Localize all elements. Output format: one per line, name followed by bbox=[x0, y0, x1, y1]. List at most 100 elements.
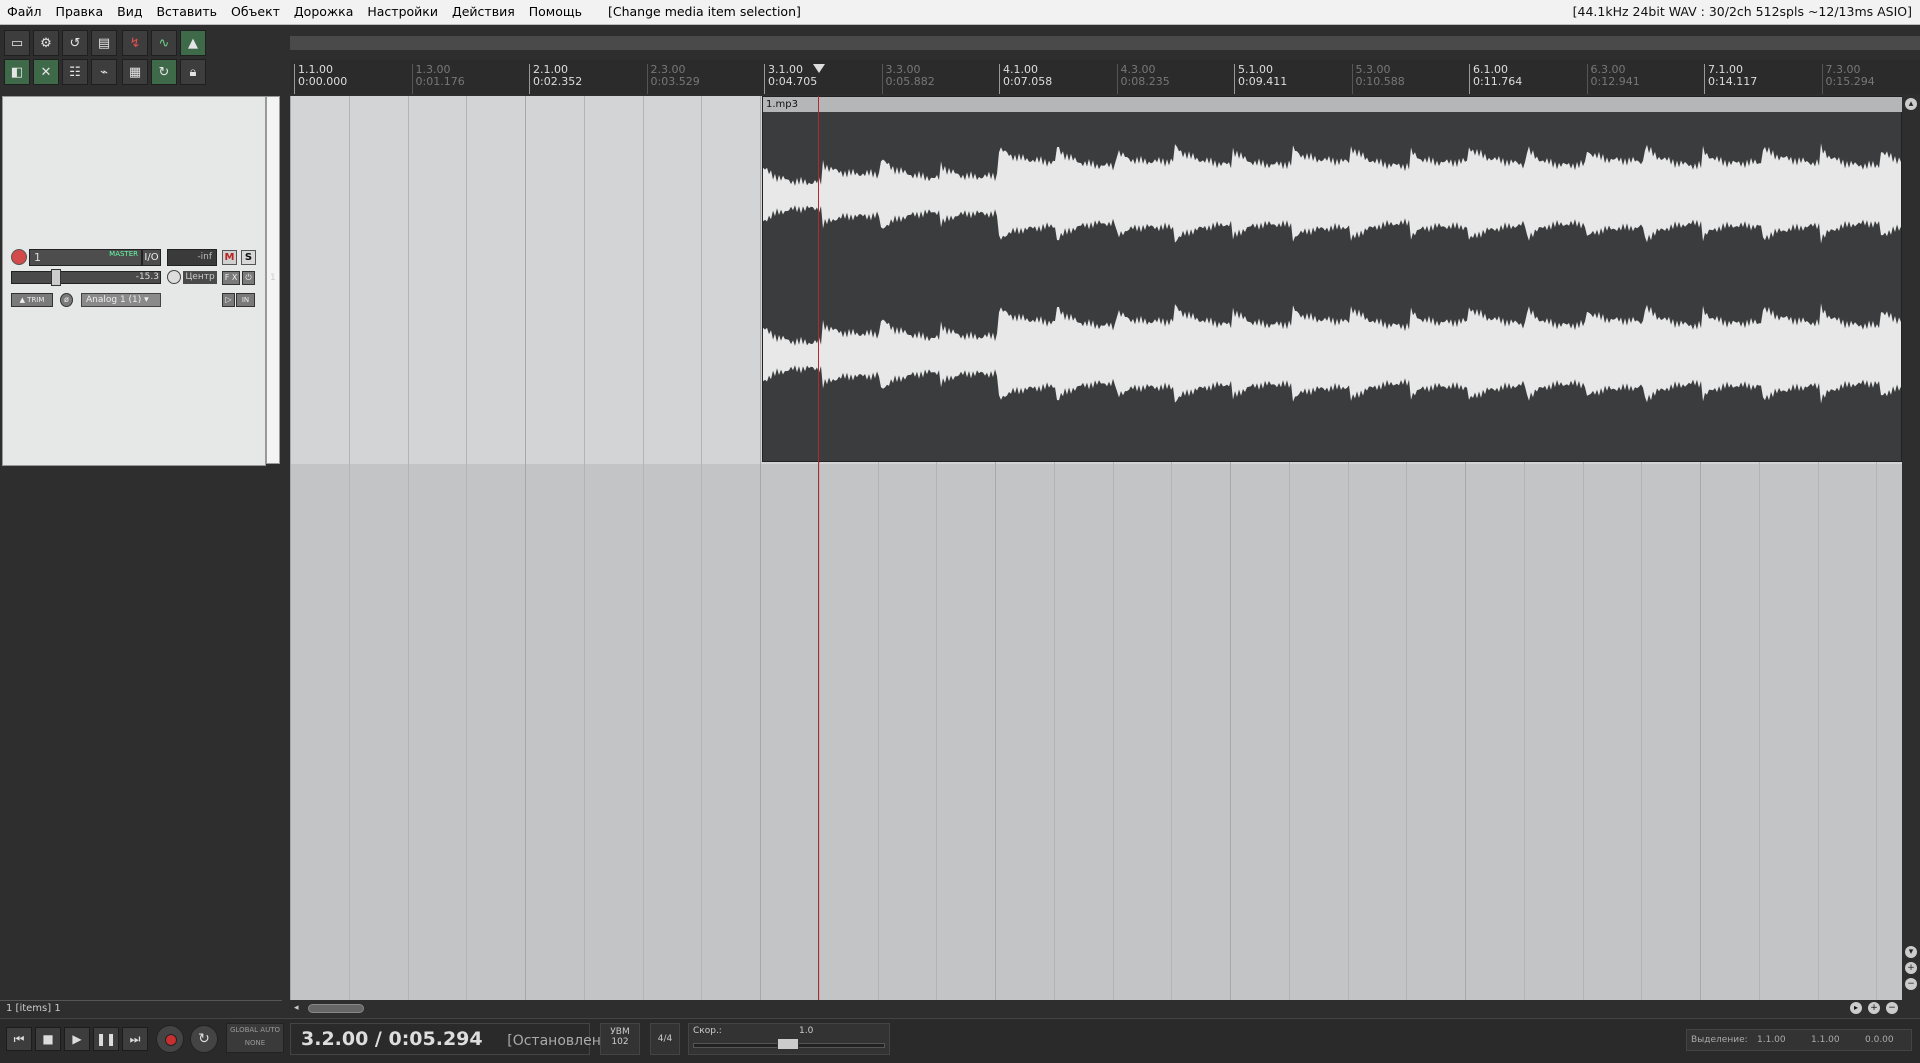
input-select[interactable]: Analog 1 (1) ▾ bbox=[81, 293, 161, 307]
loop-icon[interactable]: ↻ bbox=[151, 59, 177, 85]
input-monitor-button[interactable]: IN bbox=[236, 293, 255, 307]
playrate-slider-thumb[interactable] bbox=[777, 1038, 799, 1050]
ruler-mark: 3.1.00 0:04.705 bbox=[764, 64, 817, 94]
grid-line bbox=[701, 96, 703, 1000]
auto-crossfade-icon[interactable]: ✕ bbox=[33, 59, 59, 85]
ruler-mark: 7.1.00 0:14.117 bbox=[1704, 64, 1757, 94]
ruler-mark: 1.1.00 0:00.000 bbox=[294, 64, 347, 94]
menu-edit[interactable]: Правка bbox=[49, 0, 111, 24]
track-control-panel: 1 MASTER I/O -inf M S -15.3 Центр F X ⏻ … bbox=[2, 96, 266, 466]
grid-icon[interactable]: ▦ bbox=[122, 59, 148, 85]
vertical-scrollbar[interactable] bbox=[1902, 96, 1920, 1000]
metronome-icon[interactable]: ▲ bbox=[180, 30, 206, 56]
track-index-label: 1 bbox=[270, 273, 276, 283]
mute-button[interactable]: M bbox=[222, 250, 237, 265]
vertical-zoom-out-icon[interactable]: − bbox=[1905, 978, 1917, 990]
media-item-name: 1.mp3 bbox=[763, 97, 1902, 112]
selection-display[interactable]: Выделение: 1.1.00 1.1.00 0.0.00 bbox=[1686, 1029, 1912, 1051]
tempo-value: 102 bbox=[611, 1037, 629, 1047]
menu-help[interactable]: Помощь bbox=[522, 0, 589, 24]
menu-actions[interactable]: Действия bbox=[445, 0, 522, 24]
snap-icon[interactable]: ◧ bbox=[4, 59, 30, 85]
ruler-time-label: 0:00.000 bbox=[298, 75, 348, 88]
envelope-icon[interactable]: ∿ bbox=[151, 30, 177, 56]
stop-icon[interactable]: ■ bbox=[35, 1027, 61, 1051]
trim-label: TRIM bbox=[27, 296, 45, 304]
tempo-display[interactable]: УВМ 102 bbox=[600, 1023, 640, 1055]
arrange-view[interactable]: 1.mp3 bbox=[290, 96, 1902, 1000]
play-icon[interactable]: ▶ bbox=[64, 1027, 90, 1051]
timeline-ruler[interactable]: 1.1.00 0:00.000 1.3.00 0:01.176 2.1.00 0:02.3… bbox=[290, 60, 1920, 94]
horizontal-zoom-out-icon[interactable]: − bbox=[1886, 1002, 1898, 1014]
ripple-edit-icon[interactable]: ↯ bbox=[122, 30, 148, 56]
monitor-icon[interactable]: ▷ bbox=[222, 293, 235, 307]
record-button[interactable] bbox=[156, 1025, 184, 1053]
repeat-toggle-icon[interactable]: ↻ bbox=[190, 1025, 218, 1053]
playrate-label: Скор.: bbox=[693, 1026, 722, 1036]
menu-item[interactable]: Объект bbox=[224, 0, 287, 24]
fx-bypass-icon[interactable]: ⏻ bbox=[242, 271, 255, 285]
project-settings-icon[interactable]: ⚙ bbox=[33, 30, 59, 56]
ruler-time-label: 0:11.764 bbox=[1473, 75, 1523, 88]
ruler-time-label: 0:10.588 bbox=[1355, 75, 1405, 88]
position-display[interactable]: 3.2.00 / 0:05.294 [Остановлено] bbox=[290, 1023, 615, 1055]
vertical-zoom-in-icon[interactable]: + bbox=[1905, 962, 1917, 974]
region-lane[interactable] bbox=[290, 36, 1920, 50]
envelope-points-icon[interactable]: ⌁ bbox=[91, 59, 117, 85]
save-icon[interactable]: ▤ bbox=[91, 30, 117, 56]
horizontal-scroll-thumb[interactable] bbox=[308, 1004, 364, 1013]
solo-button[interactable]: S bbox=[241, 250, 256, 265]
grid-line bbox=[290, 96, 291, 1000]
media-item[interactable]: 1.mp3 bbox=[762, 96, 1902, 462]
global-automation-button[interactable]: GLOBAL AUTO NONE bbox=[226, 1023, 284, 1053]
menu-options[interactable]: Настройки bbox=[360, 0, 445, 24]
ruler-mark: 1.3.00 0:01.176 bbox=[411, 64, 465, 94]
selection-start: 1.1.00 bbox=[1757, 1035, 1786, 1045]
time-signature[interactable]: 4/4 bbox=[650, 1023, 680, 1055]
scroll-up-icon[interactable]: ▴ bbox=[1905, 98, 1917, 110]
ruler-mark: 4.3.00 0:08.235 bbox=[1116, 64, 1170, 94]
horizontal-zoom-in-icon[interactable]: + bbox=[1868, 1002, 1880, 1014]
pan-value[interactable]: Центр bbox=[183, 271, 217, 284]
master-send-label: MASTER bbox=[109, 250, 138, 258]
horizontal-scrollbar[interactable]: ◂ ▸ + − bbox=[290, 1002, 1920, 1016]
selection-length: 0.0.00 bbox=[1865, 1035, 1894, 1045]
volume-slider-thumb[interactable] bbox=[51, 269, 61, 286]
scroll-left-icon[interactable]: ◂ bbox=[294, 1003, 299, 1013]
new-project-icon[interactable]: ▭ bbox=[4, 30, 30, 56]
play-cursor bbox=[818, 96, 819, 1000]
menu-track[interactable]: Дорожка bbox=[287, 0, 360, 24]
grid-line bbox=[525, 96, 526, 1000]
selection-label: Выделение: bbox=[1691, 1035, 1748, 1045]
edit-cursor-marker[interactable] bbox=[813, 64, 825, 73]
lock-icon[interactable]: 🔒︎ bbox=[180, 59, 206, 85]
routing-button[interactable]: I/O bbox=[142, 249, 161, 266]
fx-button[interactable]: F X bbox=[222, 271, 240, 285]
envelope-trim-button[interactable]: ▲ TRIM bbox=[11, 293, 53, 307]
grouping-icon[interactable]: ☷ bbox=[62, 59, 88, 85]
playrate-control[interactable]: Скор.: 1.0 bbox=[688, 1023, 890, 1055]
menu-file[interactable]: Файл bbox=[0, 0, 49, 24]
global-auto-mode: NONE bbox=[244, 1039, 266, 1047]
grid-line bbox=[583, 96, 585, 1000]
record-arm-button[interactable] bbox=[11, 249, 27, 265]
scroll-down-icon[interactable]: ▾ bbox=[1905, 946, 1917, 958]
playrate-value: 1.0 bbox=[799, 1026, 814, 1036]
pan-knob[interactable] bbox=[167, 270, 181, 284]
pause-icon[interactable]: ❚❚ bbox=[93, 1027, 119, 1051]
selection-status: 1 [items] 1 bbox=[0, 1000, 282, 1016]
ruler-mark: 5.3.00 0:10.588 bbox=[1351, 64, 1405, 94]
track-name-field[interactable]: 1 MASTER bbox=[29, 249, 142, 266]
audio-device-info[interactable]: [44.1kHz 24bit WAV : 30/2ch 512spls ~12/… bbox=[1573, 0, 1912, 24]
menu-view[interactable]: Вид bbox=[110, 0, 149, 24]
phase-invert-icon[interactable]: ø bbox=[60, 293, 73, 307]
scroll-right-icon[interactable]: ▸ bbox=[1850, 1002, 1862, 1014]
go-to-end-icon[interactable]: ⏭ bbox=[122, 1027, 148, 1051]
waveform bbox=[763, 143, 1901, 404]
undo-redo-icon[interactable]: ↺ bbox=[62, 30, 88, 56]
grid-line bbox=[642, 96, 644, 1000]
selection-end: 1.1.00 bbox=[1811, 1035, 1840, 1045]
go-to-start-icon[interactable]: ⏮ bbox=[6, 1027, 32, 1051]
ruler-time-label: 0:02.352 bbox=[533, 75, 583, 88]
menu-insert[interactable]: Вставить bbox=[149, 0, 224, 24]
